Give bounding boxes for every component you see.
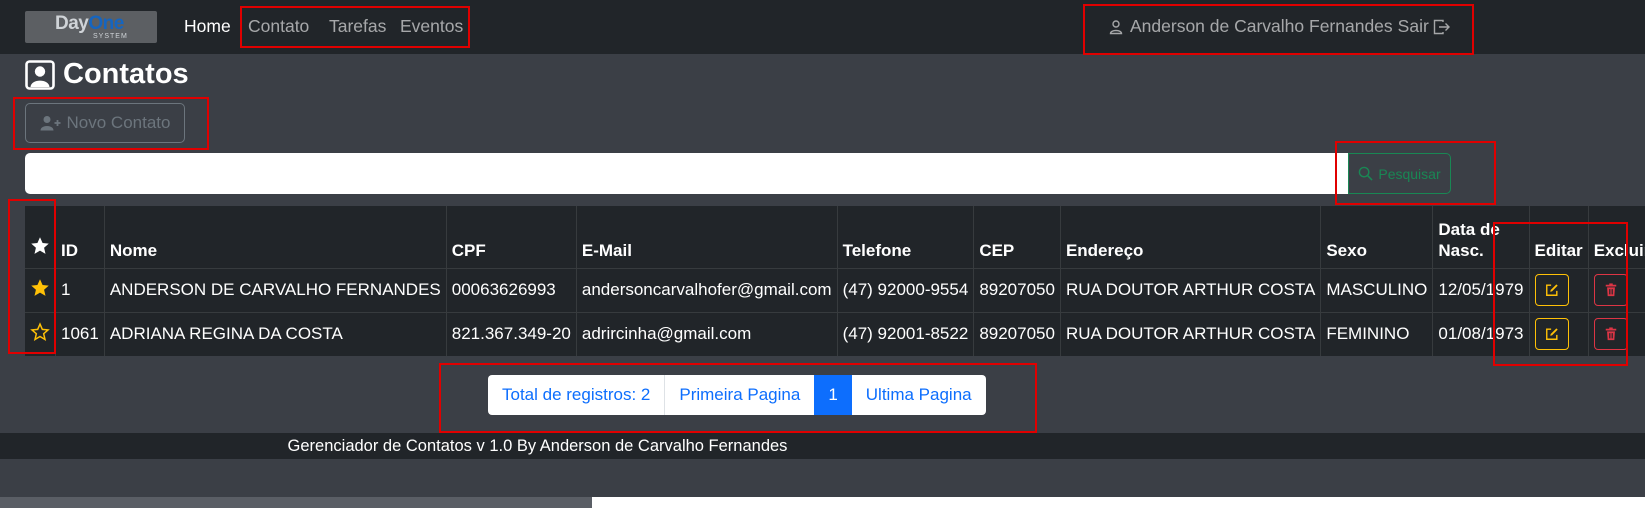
cell-sexo: FEMININO: [1320, 311, 1433, 356]
cell-nome: ANDERSON DE CARVALHO FERNANDES: [103, 267, 447, 312]
cell-data-nasc: 01/08/1973: [1432, 311, 1529, 356]
col-data-nasc-line2: Nasc.: [1438, 241, 1484, 261]
pagination-current-page[interactable]: 1: [814, 375, 852, 415]
cell-endereco: RUA DOUTOR ARTHUR COSTA: [1059, 311, 1321, 356]
user-menu[interactable]: Anderson de Carvalho Fernandes Sair: [1108, 16, 1451, 37]
cell-cpf: 821.367.349-20: [445, 311, 577, 356]
table-header-row: ID Nome CPF E-Mail Telefone CEP Endereço…: [25, 206, 1645, 268]
col-data-nasc-line1: Data de: [1438, 220, 1500, 239]
favorite-column-header[interactable]: [25, 206, 56, 268]
col-telefone: Telefone: [836, 206, 974, 268]
page-title-text: Contatos: [63, 58, 189, 90]
footer-text: Gerenciador de Contatos v 1.0 By Anderso…: [287, 437, 788, 455]
pagination: Total de registros: 2 Primeira Pagina 1 …: [488, 375, 986, 415]
cell-id: 1061: [55, 311, 105, 356]
nav-eventos[interactable]: Eventos: [400, 16, 463, 37]
cell-cep: 89207050: [973, 267, 1061, 312]
nav-tarefas[interactable]: Tarefas: [329, 16, 386, 37]
person-icon: [1109, 19, 1123, 34]
col-sexo: Sexo: [1320, 206, 1433, 268]
bottom-strip-left: [0, 497, 592, 508]
edit-button[interactable]: [1534, 274, 1569, 306]
star-outline-icon[interactable]: [30, 321, 50, 342]
pagination-total: Total de registros: 2: [502, 385, 651, 404]
delete-button[interactable]: [1593, 318, 1628, 350]
top-navbar: DayOne SYSTEM Home Contato Tarefas Event…: [0, 0, 1645, 54]
cell-nome: ADRIANA REGINA DA COSTA: [103, 311, 447, 356]
person-square-icon: [25, 59, 55, 90]
col-data-nasc: Data de Nasc.: [1432, 206, 1529, 268]
cell-cpf: 00063626993: [445, 267, 577, 312]
logo-text-day: Day: [55, 13, 89, 34]
contacts-table: ID Nome CPF E-Mail Telefone CEP Endereço…: [25, 206, 1645, 356]
search-button-label: Pesquisar: [1378, 165, 1441, 182]
star-fill-icon[interactable]: [30, 278, 50, 298]
table-row: 1 ANDERSON DE CARVALHO FERNANDES 0006362…: [25, 267, 1645, 312]
pencil-square-icon: [1545, 328, 1558, 340]
logout-link[interactable]: Sair: [1398, 16, 1429, 37]
search-input[interactable]: [25, 153, 1348, 194]
col-excluir: Excluir: [1587, 206, 1645, 268]
new-contact-button[interactable]: Novo Contato: [25, 103, 185, 143]
new-contact-label: Novo Contato: [66, 113, 171, 132]
cell-excluir: [1587, 267, 1645, 312]
col-cep: CEP: [973, 206, 1061, 268]
col-nome: Nome: [103, 206, 447, 268]
trash-icon: [1605, 283, 1616, 297]
footer: Gerenciador de Contatos v 1.0 By Anderso…: [0, 433, 1645, 459]
star-fill-icon: [31, 237, 49, 255]
nav-home[interactable]: Home: [184, 16, 231, 37]
cell-telefone: (47) 92000-9554: [836, 267, 974, 312]
cell-id: 1: [55, 267, 105, 312]
edit-button[interactable]: [1534, 318, 1569, 350]
page-title: Contatos: [25, 58, 189, 91]
pencil-square-icon: [1545, 284, 1558, 296]
col-email: E-Mail: [575, 206, 838, 268]
col-editar: Editar: [1528, 206, 1589, 268]
favorite-toggle[interactable]: [25, 267, 56, 312]
person-plus-icon: [40, 116, 61, 131]
delete-button[interactable]: [1593, 274, 1628, 306]
cell-cep: 89207050: [973, 311, 1061, 356]
cell-excluir: [1587, 311, 1645, 356]
favorite-toggle[interactable]: [25, 311, 56, 356]
dayone-logo[interactable]: DayOne SYSTEM: [25, 11, 157, 43]
user-name[interactable]: Anderson de Carvalho Fernandes: [1130, 16, 1393, 37]
logo-subtitle: SYSTEM: [93, 33, 128, 40]
bottom-strip-right: [592, 497, 1645, 508]
box-arrow-right-icon[interactable]: [1433, 19, 1451, 35]
cell-editar: [1528, 311, 1589, 356]
logo-text-one: One: [88, 13, 124, 34]
magnifier-icon: [1359, 166, 1373, 181]
cell-email: andersoncarvalhofer@gmail.com: [575, 267, 838, 312]
col-cpf: CPF: [445, 206, 577, 268]
trash-icon: [1605, 327, 1616, 341]
cell-email: adrircinha@gmail.com: [575, 311, 838, 356]
cell-editar: [1528, 267, 1589, 312]
pagination-first-page[interactable]: Primeira Pagina: [664, 375, 814, 415]
nav-contato[interactable]: Contato: [248, 16, 309, 37]
cell-data-nasc: 12/05/1979: [1432, 267, 1529, 312]
search-button[interactable]: Pesquisar: [1348, 153, 1451, 194]
table-row: 1061 ADRIANA REGINA DA COSTA 821.367.349…: [25, 311, 1645, 356]
cell-endereco: RUA DOUTOR ARTHUR COSTA: [1059, 267, 1321, 312]
cell-telefone: (47) 92001-8522: [836, 311, 974, 356]
col-endereco: Endereço: [1059, 206, 1321, 268]
col-id: ID: [55, 206, 105, 268]
pagination-last-page[interactable]: Ultima Pagina: [852, 375, 986, 415]
cell-sexo: MASCULINO: [1320, 267, 1433, 312]
